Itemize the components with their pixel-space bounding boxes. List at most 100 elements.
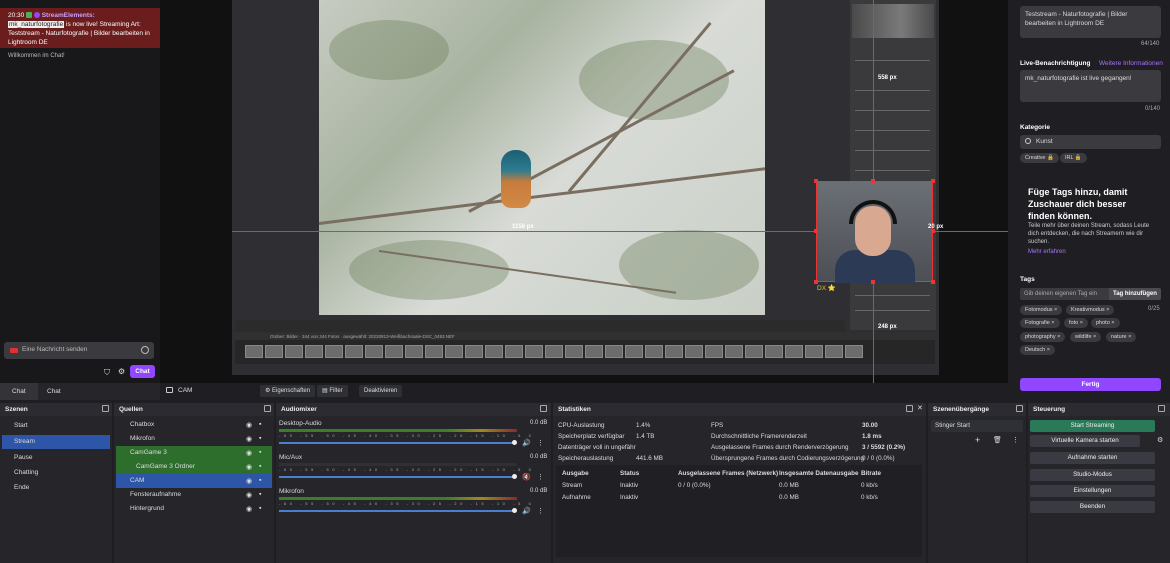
- scenes-title: Szenen: [0, 403, 112, 416]
- more-icon[interactable]: ⋮: [537, 473, 544, 481]
- scene-item[interactable]: Ende: [2, 481, 110, 495]
- chat-send-button[interactable]: Chat: [130, 365, 155, 378]
- tag-chip[interactable]: foto ×: [1064, 318, 1088, 328]
- dx-label: DX ⭐: [817, 285, 836, 292]
- chat-input[interactable]: Eine Nachricht senden: [4, 342, 154, 359]
- stat-value: 30.00: [862, 422, 878, 429]
- points-icon[interactable]: ⛉: [104, 368, 110, 378]
- stat-label: Datenträger voll in ungefähr: [558, 444, 636, 451]
- tab-chat-2[interactable]: Chat: [35, 383, 73, 400]
- done-button[interactable]: Fertig: [1020, 378, 1161, 391]
- undock-icon[interactable]: [540, 405, 547, 412]
- speaker-icon[interactable]: 🔊: [522, 507, 531, 515]
- undock-icon[interactable]: [1158, 405, 1165, 412]
- eye-icon[interactable]: ◉: [246, 505, 252, 513]
- add-icon[interactable]: +: [975, 435, 980, 445]
- undock-icon[interactable]: [102, 405, 109, 412]
- exit-button[interactable]: Beenden: [1030, 501, 1155, 513]
- eye-icon[interactable]: ◉: [246, 463, 252, 471]
- start-streaming-button[interactable]: Start Streaming: [1030, 420, 1155, 432]
- check-badge-icon: [26, 12, 33, 19]
- settings-button[interactable]: Einstellungen: [1030, 485, 1155, 497]
- controls-title: Steuerung: [1028, 403, 1170, 416]
- cam-source[interactable]: [816, 181, 933, 283]
- filter-button[interactable]: ▤ Filter: [317, 385, 348, 397]
- eye-icon[interactable]: ◉: [246, 449, 252, 457]
- virtual-camera-button[interactable]: Virtuelle Kamera starten: [1030, 435, 1140, 447]
- volume-slider[interactable]: [279, 442, 514, 444]
- tag-chip[interactable]: Deutsch ×: [1020, 345, 1055, 355]
- chat-welcome: Willkommen im Chat!: [8, 53, 65, 59]
- table-cell: 0.0 MB: [779, 482, 799, 489]
- speaker-icon[interactable]: 🔊: [522, 439, 531, 447]
- eye-icon[interactable]: ◉: [246, 421, 252, 429]
- title-count: 64/140: [1141, 41, 1160, 47]
- stat-value: 1.4 TB: [636, 433, 655, 440]
- tag-chip[interactable]: Fotografie ×: [1020, 318, 1060, 328]
- more-icon[interactable]: ⋮: [537, 507, 544, 515]
- more-icon[interactable]: ⋮: [1012, 436, 1019, 444]
- category-label: Kategorie: [1020, 124, 1050, 131]
- notification-field[interactable]: mk_naturfotografie ist live gegangen!: [1020, 70, 1161, 102]
- trash-icon[interactable]: 🗑: [993, 436, 1002, 444]
- table-header: Insgesamte Datenausgabe: [779, 470, 859, 477]
- tags-input[interactable]: Gib deinen eigenen Tag ein: [1020, 288, 1109, 300]
- scene-item[interactable]: Pause: [2, 451, 110, 465]
- lock-icon[interactable]: ▪: [259, 449, 261, 456]
- tag-chip[interactable]: photography ×: [1020, 332, 1066, 342]
- lock-icon[interactable]: ▪: [259, 421, 261, 428]
- start-recording-button[interactable]: Aufnahme starten: [1030, 452, 1155, 464]
- eye-icon[interactable]: ◉: [246, 477, 252, 485]
- title-field[interactable]: Teststream - Naturfotografie | Bilder be…: [1020, 6, 1161, 38]
- tag-chip[interactable]: photo ×: [1091, 318, 1120, 328]
- gear-icon[interactable]: ⚙: [118, 367, 125, 376]
- tag-chip[interactable]: wildlife ×: [1070, 332, 1102, 342]
- tags-count: 0/25: [1148, 306, 1160, 312]
- properties-button[interactable]: ⚙ Eigenschaften: [260, 385, 316, 397]
- camera-icon: [166, 387, 173, 393]
- transition-select[interactable]: Stinger Start: [931, 420, 1023, 432]
- category-field[interactable]: Kunst: [1020, 135, 1161, 149]
- emote-icon[interactable]: [141, 346, 149, 354]
- stat-label: Ausgelassene Frames durch Renderverzöger…: [711, 444, 849, 451]
- volume-knob[interactable]: [512, 508, 517, 513]
- scene-item-selected[interactable]: Stream: [2, 435, 110, 449]
- stat-label: Speicherauslastung: [558, 455, 614, 462]
- learn-more-link[interactable]: Mehr erfahren: [1028, 249, 1066, 255]
- volume-meter: [279, 497, 517, 500]
- tab-chat[interactable]: Chat: [0, 383, 38, 400]
- lock-icon[interactable]: ▪: [259, 505, 261, 512]
- scene-item[interactable]: Chatting: [2, 466, 110, 480]
- mixer-channel-db: 0.0 dB: [530, 420, 548, 426]
- notification-info-link[interactable]: Weitere Informationen: [1099, 60, 1163, 67]
- lock-icon[interactable]: ▪: [259, 491, 261, 498]
- mixer-channel-db: 0.0 dB: [530, 454, 548, 460]
- volume-knob[interactable]: [512, 440, 517, 445]
- close-icon[interactable]: ✕: [917, 404, 923, 412]
- lock-icon[interactable]: ▪: [259, 477, 261, 484]
- lock-icon[interactable]: ▪: [259, 463, 261, 470]
- volume-knob[interactable]: [512, 474, 517, 479]
- muted-speaker-icon[interactable]: 🔇: [522, 473, 531, 481]
- undock-icon[interactable]: [264, 405, 271, 412]
- eye-icon[interactable]: ◉: [246, 491, 252, 499]
- transitions-title: Szenenübergänge: [928, 403, 1026, 416]
- stat-label: FPS: [711, 422, 724, 429]
- scene-item[interactable]: Start: [2, 419, 110, 433]
- undock-icon[interactable]: [1016, 405, 1023, 412]
- gear-icon[interactable]: ⚙: [1157, 436, 1163, 444]
- lock-icon[interactable]: ▪: [259, 435, 261, 442]
- volume-slider[interactable]: [279, 476, 514, 478]
- undock-icon[interactable]: [906, 405, 913, 412]
- tag-chip[interactable]: nature ×: [1106, 332, 1137, 342]
- table-cell: Stream: [562, 482, 583, 489]
- studio-mode-button[interactable]: Studio-Modus: [1030, 469, 1155, 481]
- tag-chip[interactable]: Kreativmodus ×: [1066, 305, 1115, 315]
- eye-icon[interactable]: ◉: [246, 435, 252, 443]
- volume-slider[interactable]: [279, 510, 514, 512]
- table-cell: 0 / 0 (0.0%): [678, 482, 711, 489]
- deactivate-button[interactable]: Deaktivieren: [359, 385, 403, 397]
- more-icon[interactable]: ⋮: [537, 439, 544, 447]
- add-tag-button[interactable]: Tag hinzufügen: [1109, 288, 1161, 300]
- tag-chip[interactable]: Fotomodus ×: [1020, 305, 1063, 315]
